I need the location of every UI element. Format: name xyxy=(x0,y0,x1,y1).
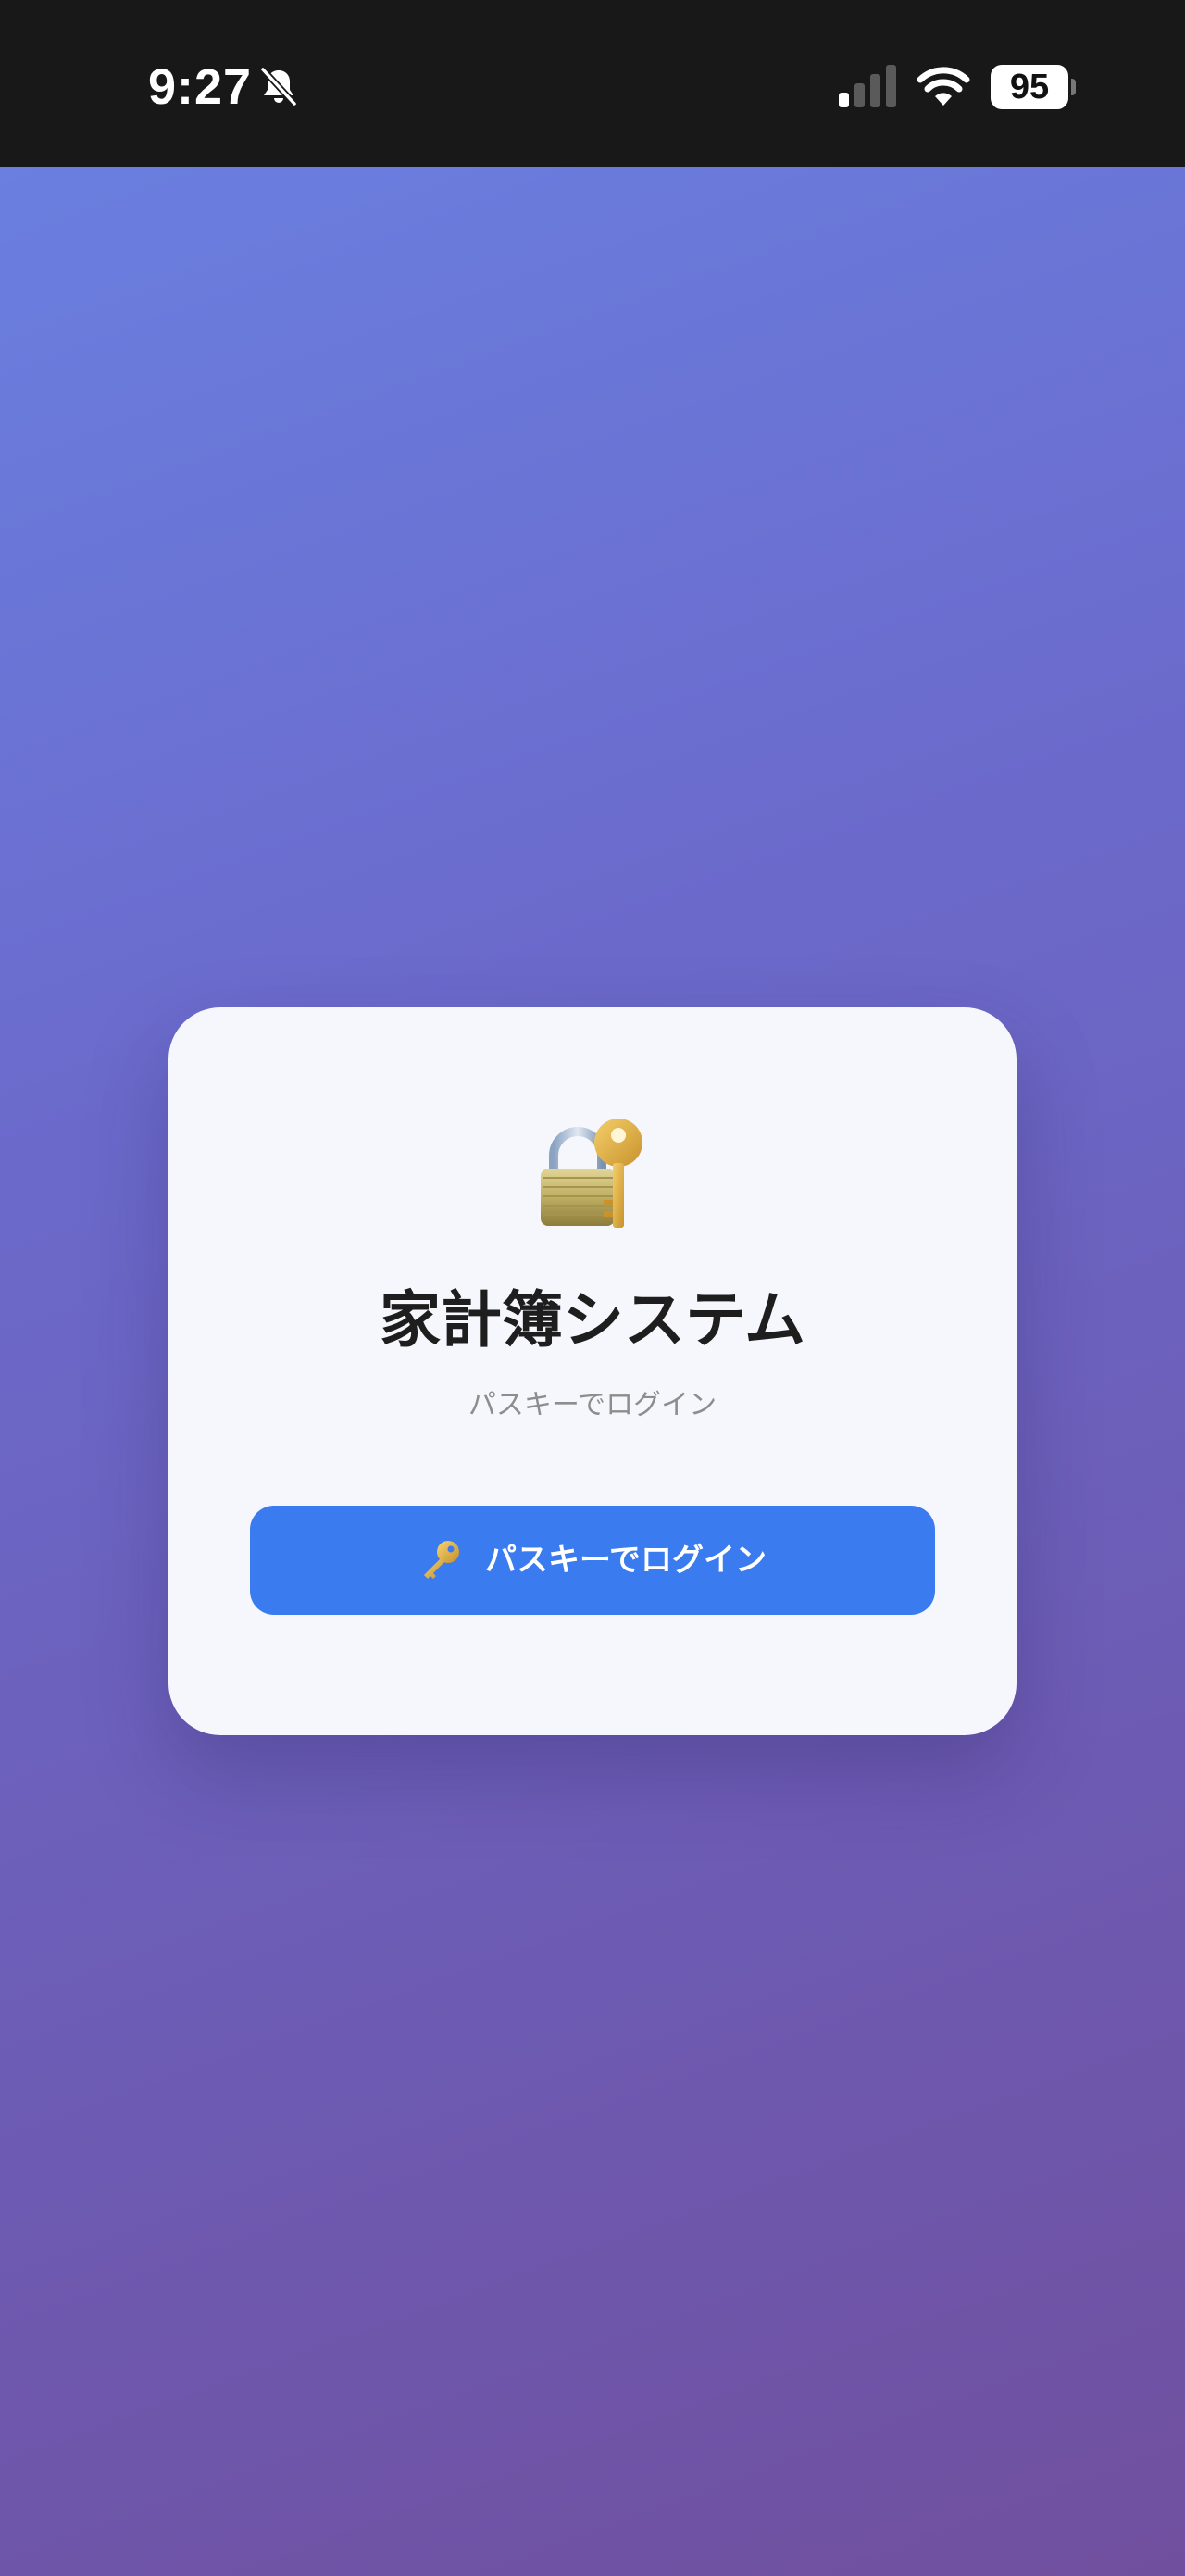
status-time: 9:27 xyxy=(148,59,253,115)
status-bar: 9:27 95 xyxy=(0,0,1185,167)
page-title: 家計簿システム xyxy=(379,1284,806,1356)
lock-with-key-icon xyxy=(541,1119,642,1228)
bell-slash-icon xyxy=(259,66,298,107)
key-icon xyxy=(424,1541,460,1579)
battery-percent: 95 xyxy=(991,65,1068,109)
login-card: 家計簿システム パスキーでログイン パスキーでログイン xyxy=(168,1007,1017,1735)
wifi-icon xyxy=(917,67,970,106)
passkey-login-button-label: パスキーでログイン xyxy=(485,1542,767,1579)
battery-cap xyxy=(1071,79,1076,95)
cellular-signal-icon xyxy=(839,65,896,107)
page-subtitle: パスキーでログイン xyxy=(468,1389,717,1421)
battery-icon: 95 xyxy=(991,65,1076,109)
passkey-login-button[interactable]: パスキーでログイン xyxy=(250,1506,935,1615)
